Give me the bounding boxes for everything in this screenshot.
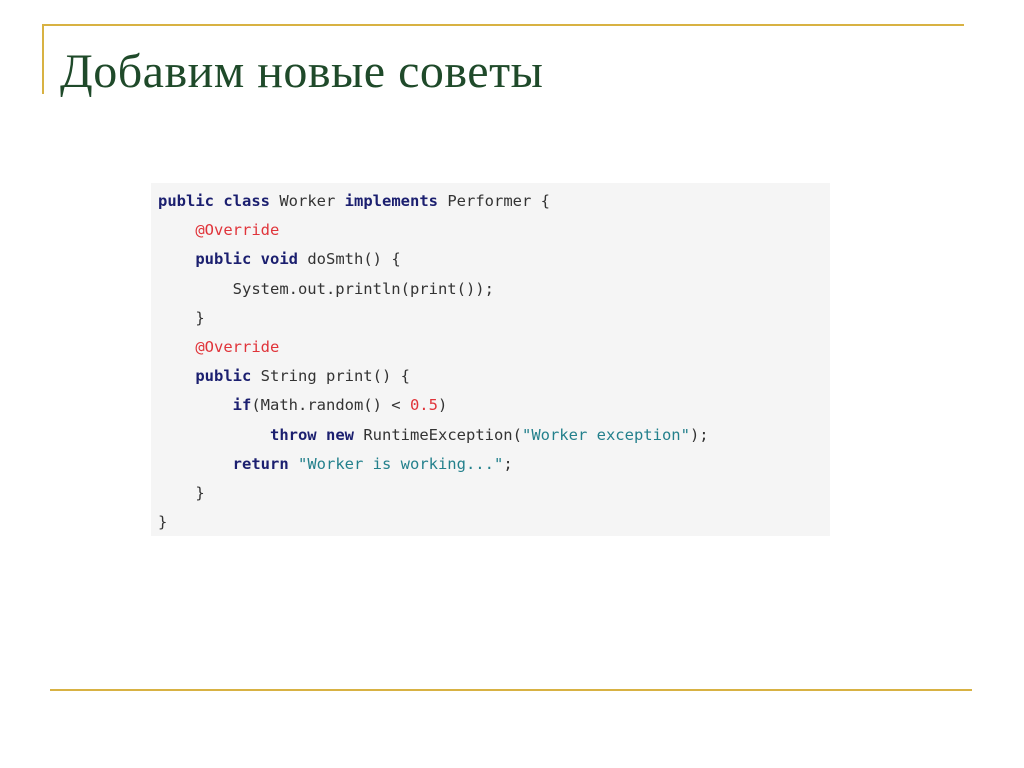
code-token: (Math.random() < [251, 396, 410, 415]
code-token: } [195, 308, 205, 327]
code-line: public void doSmth() { [158, 245, 830, 274]
left-rule [42, 24, 44, 94]
code-token: if [232, 396, 252, 415]
code-token: Worker [270, 192, 345, 210]
code-token: ) [437, 396, 448, 415]
code-token: return [232, 454, 289, 473]
code-line: public class Worker implements Performer… [158, 187, 830, 216]
code-block: public class Worker implements Performer… [151, 183, 830, 536]
code-line: public String print() { [158, 362, 830, 391]
code-token: } [158, 513, 168, 532]
code-token: Performer { [438, 192, 550, 210]
code-token: RuntimeException( [354, 425, 522, 444]
code-token: implements [344, 192, 438, 210]
code-line: throw new RuntimeException("Worker excep… [158, 421, 830, 450]
code-token: void [260, 250, 298, 269]
code-line: } [158, 304, 830, 333]
code-token: ; [503, 454, 513, 473]
code-line: @Override [158, 216, 830, 245]
code-token: 0.5 [409, 396, 438, 415]
code-line: return "Worker is working..."; [158, 450, 830, 479]
code-token: public [195, 250, 252, 269]
slide-title: Добавим новые советы [60, 45, 544, 98]
code-token: throw [269, 425, 317, 444]
code-token: String print() { [251, 367, 410, 386]
code-line: @Override [158, 333, 830, 362]
code-token: public [195, 367, 252, 386]
code-token: @Override [195, 337, 280, 356]
code-token: public [158, 192, 214, 210]
code-token: "Worker is working..." [298, 454, 504, 473]
top-rule [42, 24, 964, 26]
code-token: @Override [195, 221, 280, 240]
code-line: } [158, 479, 830, 508]
code-line: System.out.println(print()); [158, 275, 830, 304]
code-token: ); [689, 425, 709, 444]
bottom-rule [50, 689, 972, 691]
code-token: "Worker exception" [521, 425, 690, 444]
code-token: class [223, 192, 271, 210]
code-line: if(Math.random() < 0.5) [158, 391, 830, 420]
code-token: doSmth() { [298, 250, 401, 269]
code-token: System.out.println(print()); [232, 279, 494, 298]
code-line: } [158, 508, 830, 537]
code-token: new [326, 425, 354, 444]
code-token: } [195, 483, 205, 502]
